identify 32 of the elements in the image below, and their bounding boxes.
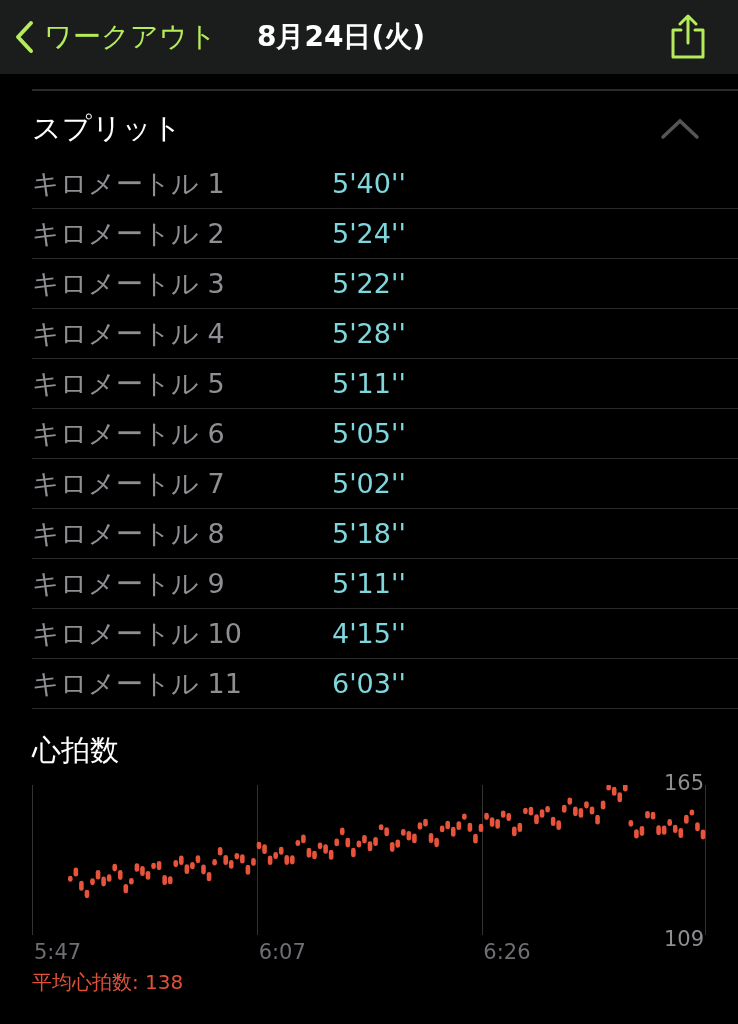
back-button[interactable]: ワークアウト [14, 18, 217, 56]
split-pace: 5'18'' [332, 518, 406, 549]
split-label: キロメートル 2 [32, 216, 226, 251]
x-axis-label: 5:47 [33, 940, 83, 964]
split-label: キロメートル 9 [32, 566, 226, 601]
nav-title: 8月24日(火) [257, 19, 427, 55]
split-pace: 5'24'' [332, 218, 406, 249]
split-pace: 5'40'' [332, 168, 406, 199]
split-pace: 5'05'' [332, 418, 406, 449]
split-label: キロメートル 11 [32, 666, 243, 701]
split-label: キロメートル 3 [32, 266, 226, 301]
x-axis-label: 6:26 [482, 940, 532, 964]
back-chevron-icon [14, 20, 34, 54]
split-pace: 5'28'' [332, 318, 406, 349]
x-axis-label: 6:07 [257, 940, 307, 964]
split-pace: 5'11'' [332, 568, 406, 599]
split-pace: 4'15'' [332, 618, 406, 649]
average-heart-rate: 平均心拍数: 138 [32, 969, 185, 996]
split-label: キロメートル 10 [32, 616, 243, 651]
split-label: キロメートル 4 [32, 316, 226, 351]
collapse-chevron-icon[interactable] [660, 118, 700, 140]
split-label: キロメートル 1 [32, 166, 226, 201]
split-pace: 5'11'' [332, 368, 406, 399]
section-title: スプリット [32, 110, 182, 147]
split-pace: 5'22'' [332, 268, 406, 299]
split-pace: 6'03'' [332, 668, 406, 699]
split-label: キロメートル 8 [32, 516, 226, 551]
split-label: キロメートル 5 [32, 366, 226, 401]
chart-title: 心拍数 [32, 732, 120, 769]
split-label: キロメートル 6 [32, 416, 226, 451]
split-pace: 5'02'' [332, 468, 406, 499]
split-label: キロメートル 7 [32, 466, 226, 501]
